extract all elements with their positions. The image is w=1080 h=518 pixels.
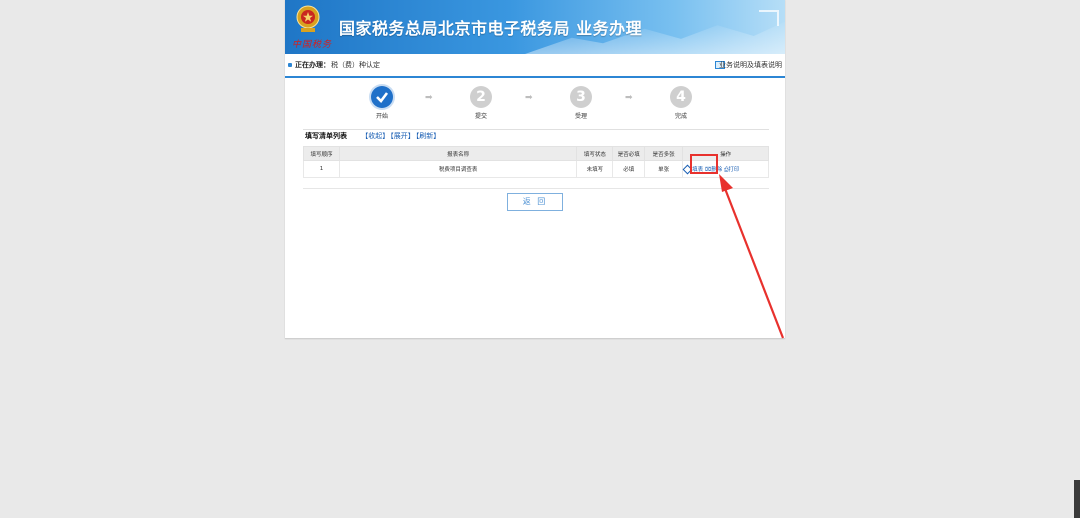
annotation-arrow [719, 174, 785, 339]
scrollbar-handle[interactable] [1074, 480, 1080, 518]
